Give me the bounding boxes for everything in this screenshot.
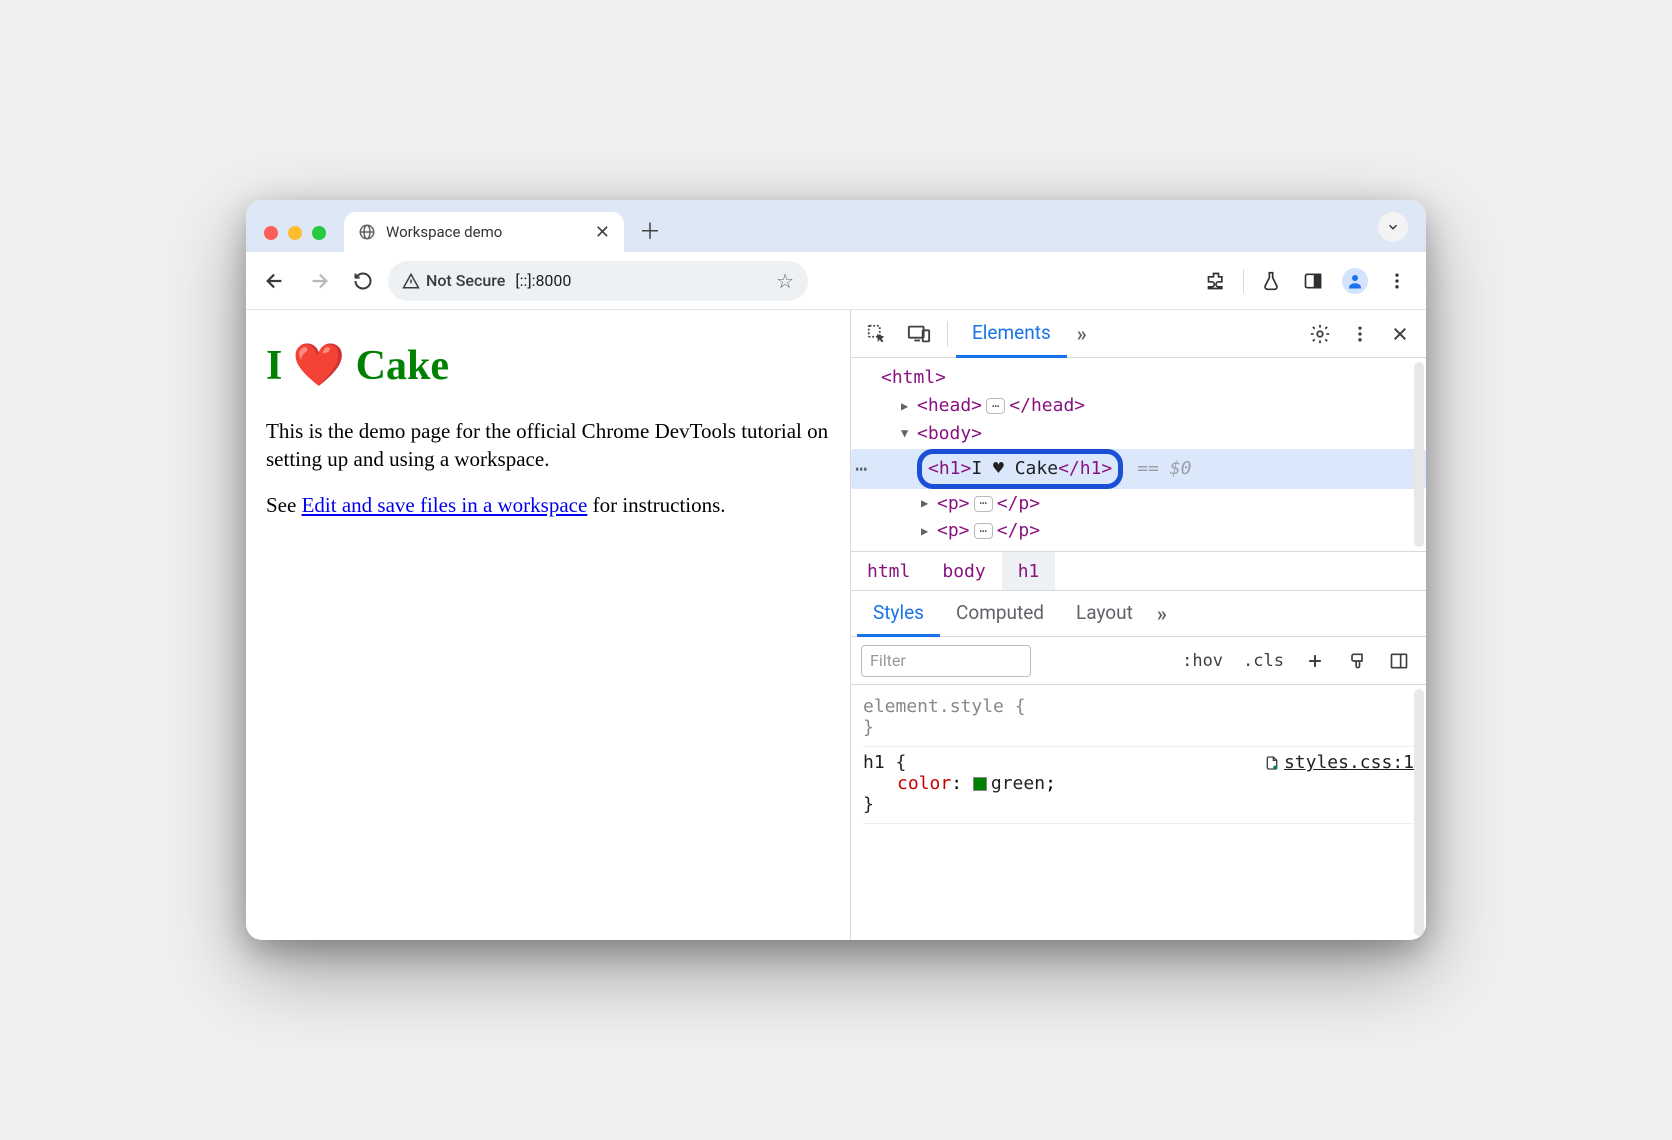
side-panel-icon[interactable] (1294, 262, 1332, 300)
hover-toggle[interactable]: :hov (1176, 647, 1229, 675)
h1-rule[interactable]: styles.css:1 h1 { color: green; } (863, 747, 1414, 824)
window-controls (264, 226, 326, 240)
devtools-top-bar: Elements » (851, 310, 1426, 358)
close-devtools-icon[interactable] (1380, 314, 1420, 354)
devtools-menu-icon[interactable] (1340, 314, 1380, 354)
back-button[interactable] (256, 262, 294, 300)
dom-node-html[interactable]: <html> (863, 364, 1418, 392)
url-text: [::]:8000 (515, 271, 571, 290)
labs-icon[interactable] (1252, 262, 1290, 300)
tab-computed[interactable]: Computed (940, 591, 1060, 637)
scrollbar[interactable] (1414, 362, 1424, 547)
maximize-window-icon[interactable] (312, 226, 326, 240)
new-tab-button[interactable]: ＋ (634, 214, 666, 246)
close-tab-icon[interactable]: ✕ (595, 222, 610, 243)
inspect-element-icon[interactable] (857, 314, 897, 354)
security-label: Not Secure (426, 271, 505, 290)
cls-toggle[interactable]: .cls (1237, 647, 1290, 675)
separator (947, 321, 948, 347)
color-swatch-icon[interactable] (973, 777, 987, 791)
warning-icon (402, 272, 420, 290)
tab-layout[interactable]: Layout (1060, 591, 1149, 637)
more-styles-tabs-icon[interactable]: » (1149, 602, 1175, 626)
browser-toolbar: Not Secure [::]:8000 ☆ (246, 252, 1426, 310)
paint-flash-icon[interactable] (1340, 644, 1374, 678)
crumb-h1[interactable]: h1 (1002, 552, 1056, 590)
crumb-html[interactable]: html (851, 552, 926, 590)
reload-button[interactable] (344, 262, 382, 300)
forward-button[interactable] (300, 262, 338, 300)
dom-node-head[interactable]: ▶<head> ⋯ </head> (863, 392, 1418, 420)
computed-side-icon[interactable] (1382, 644, 1416, 678)
tab-elements[interactable]: Elements (956, 310, 1067, 358)
more-tabs-icon[interactable]: » (1069, 322, 1095, 346)
css-property[interactable]: color: green; (863, 773, 1414, 794)
dom-node-p[interactable]: ▶<p> ⋯ </p> (863, 490, 1418, 518)
row-actions-icon[interactable]: ⋯ (855, 453, 869, 484)
styles-filter-input[interactable]: Filter (861, 645, 1031, 677)
extensions-icon[interactable] (1197, 262, 1235, 300)
page-paragraph-1: This is the demo page for the official C… (266, 417, 830, 474)
security-chip[interactable]: Not Secure (402, 271, 505, 290)
browser-menu-icon[interactable] (1378, 262, 1416, 300)
tab-strip: Workspace demo ✕ ＋ (246, 200, 1426, 252)
styles-rules[interactable]: element.style { } styles.css:1 h1 { colo… (851, 685, 1426, 940)
dom-node-selected[interactable]: ⋯ <h1>I ♥ Cake</h1> == $0 (851, 449, 1426, 489)
browser-window: Workspace demo ✕ ＋ Not Secure [::]:8000 … (246, 200, 1426, 940)
rendered-page: I ❤️ Cake This is the demo page for the … (246, 310, 850, 940)
page-heading: I ❤️ Cake (266, 338, 830, 395)
new-style-rule-icon[interactable] (1298, 644, 1332, 678)
separator (1243, 269, 1244, 293)
toolbar-actions (1197, 262, 1416, 300)
styles-toolbar: Filter :hov .cls (851, 637, 1426, 685)
tab-list-button[interactable] (1378, 212, 1408, 242)
settings-icon[interactable] (1300, 314, 1340, 354)
device-toolbar-icon[interactable] (899, 314, 939, 354)
workspace-tutorial-link[interactable]: Edit and save files in a workspace (302, 493, 588, 517)
dom-breadcrumb: html body h1 (851, 551, 1426, 591)
selection-highlight: <h1>I ♥ Cake</h1> (917, 449, 1123, 489)
dom-node-body[interactable]: ▼<body> (863, 420, 1418, 448)
browser-tab[interactable]: Workspace demo ✕ (344, 212, 624, 252)
content-area: I ❤️ Cake This is the demo page for the … (246, 310, 1426, 940)
tab-title: Workspace demo (386, 223, 502, 241)
crumb-body[interactable]: body (926, 552, 1001, 590)
dom-node-p[interactable]: ▶<p> ⋯ </p> (863, 517, 1418, 545)
file-icon (1264, 755, 1280, 771)
stylesheet-source-link[interactable]: styles.css:1 (1264, 752, 1414, 773)
globe-icon (358, 223, 376, 241)
bookmark-star-icon[interactable]: ☆ (776, 269, 794, 293)
console-ref: == $0 (1137, 455, 1191, 483)
minimize-window-icon[interactable] (288, 226, 302, 240)
tab-styles[interactable]: Styles (857, 591, 940, 637)
close-window-icon[interactable] (264, 226, 278, 240)
dom-tree[interactable]: <html> ▶<head> ⋯ </head> ▼<body> ⋯ <h1>I… (851, 358, 1426, 551)
element-style-rule[interactable]: element.style { } (863, 691, 1414, 747)
profile-icon[interactable] (1336, 262, 1374, 300)
scrollbar[interactable] (1414, 689, 1424, 936)
address-bar[interactable]: Not Secure [::]:8000 ☆ (388, 261, 808, 301)
devtools-panel: Elements » <html> ▶<head> ⋯ </h (850, 310, 1426, 940)
styles-tab-bar: Styles Computed Layout » (851, 591, 1426, 637)
page-paragraph-2: See Edit and save files in a workspace f… (266, 491, 830, 519)
